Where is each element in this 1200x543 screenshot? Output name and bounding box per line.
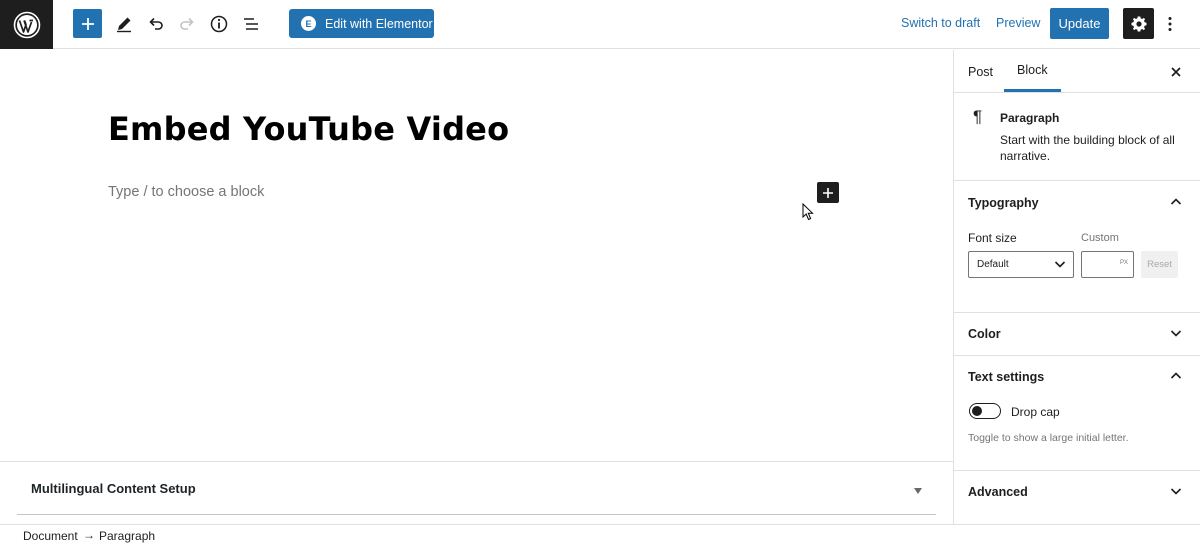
block-description: Start with the building block of all nar… — [1000, 133, 1175, 163]
advanced-panel-toggle[interactable]: Advanced — [954, 471, 1200, 514]
elementor-button-label: Edit with Elementor — [325, 16, 433, 31]
sidebar-tabs: Post Block — [954, 50, 1200, 93]
drop-cap-toggle[interactable] — [969, 403, 1001, 419]
settings-sidebar: Post Block ¶ Paragraph Start with the bu… — [953, 50, 1200, 524]
custom-size-label: Custom — [1081, 232, 1119, 244]
editor-canvas: Embed YouTube Video Type / to choose a b… — [0, 50, 953, 461]
text-settings-panel-title: Text settings — [968, 370, 1045, 384]
metabox-title: Multilingual Content Setup — [31, 480, 196, 496]
multilingual-metabox-header[interactable]: Multilingual Content Setup — [17, 462, 936, 515]
elementor-icon: E — [301, 16, 316, 31]
tab-post[interactable]: Post — [968, 50, 993, 93]
plus-icon — [81, 17, 94, 30]
more-vertical-icon — [1168, 17, 1172, 31]
reset-button[interactable]: Reset — [1141, 251, 1178, 278]
close-sidebar-button[interactable] — [1166, 62, 1186, 82]
paragraph-icon: ¶ — [973, 107, 983, 126]
text-settings-panel-toggle[interactable]: Text settings — [954, 356, 1200, 399]
tools-button[interactable] — [109, 9, 139, 39]
block-name: Paragraph — [1000, 111, 1060, 125]
block-inserter-button[interactable] — [817, 182, 839, 203]
switch-to-draft-button[interactable]: Switch to draft — [901, 16, 980, 30]
details-button[interactable] — [204, 9, 234, 39]
add-block-button[interactable] — [73, 9, 102, 38]
close-icon — [1171, 67, 1181, 77]
update-button[interactable]: Update — [1050, 8, 1109, 39]
drop-cap-label: Drop cap — [1011, 405, 1060, 419]
font-size-label: Font size — [968, 231, 1017, 245]
color-panel-title: Color — [968, 327, 1001, 341]
typography-panel-toggle[interactable]: Typography — [954, 182, 1200, 225]
breadcrumb-item-paragraph[interactable]: Paragraph — [99, 529, 155, 543]
font-size-value: Default — [977, 259, 1009, 270]
custom-font-size-input[interactable]: PX — [1081, 251, 1134, 278]
undo-button[interactable] — [141, 9, 171, 39]
tab-block[interactable]: Block — [1004, 50, 1061, 92]
wordpress-icon[interactable] — [0, 0, 53, 49]
edit-with-elementor-button[interactable]: E Edit with Elementor — [289, 9, 434, 38]
block-card: ¶ Paragraph Start with the building bloc… — [954, 93, 1200, 181]
info-icon — [210, 15, 228, 33]
caret-down-icon[interactable] — [914, 488, 922, 494]
chevron-up-icon — [1170, 372, 1182, 379]
list-view-icon — [244, 18, 258, 30]
color-panel-toggle[interactable]: Color — [954, 313, 1200, 356]
block-breadcrumb: Document → Paragraph — [0, 524, 1200, 543]
post-title[interactable]: Embed YouTube Video — [108, 110, 509, 148]
chevron-down-icon — [1054, 261, 1066, 268]
gear-icon — [1131, 16, 1146, 31]
plus-icon — [823, 187, 833, 198]
editor-header: E Edit with Elementor Switch to draft Pr… — [0, 0, 1200, 49]
chevron-down-icon — [1170, 330, 1182, 337]
breadcrumb-separator: → — [83, 528, 95, 542]
toggle-knob — [972, 406, 982, 416]
chevron-up-icon — [1170, 198, 1182, 205]
typography-panel-title: Typography — [968, 196, 1039, 210]
settings-button[interactable] — [1123, 8, 1154, 39]
options-menu-button[interactable] — [1160, 9, 1180, 39]
redo-icon — [180, 17, 194, 30]
unit-label: PX — [1119, 260, 1128, 266]
drop-cap-help-text: Toggle to show a large initial letter. — [968, 432, 1129, 444]
font-size-select[interactable]: Default — [968, 251, 1074, 278]
mouse-cursor-icon — [802, 203, 814, 221]
list-view-button[interactable] — [236, 9, 266, 39]
pencil-icon — [117, 17, 131, 33]
undo-icon — [149, 17, 163, 30]
preview-button[interactable]: Preview — [996, 16, 1040, 30]
chevron-down-icon — [1170, 488, 1182, 495]
breadcrumb-item-document[interactable]: Document — [23, 529, 78, 543]
redo-button[interactable] — [172, 9, 202, 39]
paragraph-block-placeholder[interactable]: Type / to choose a block — [108, 184, 264, 200]
advanced-panel-title: Advanced — [968, 485, 1028, 499]
metabox-area: Multilingual Content Setup — [0, 461, 953, 524]
